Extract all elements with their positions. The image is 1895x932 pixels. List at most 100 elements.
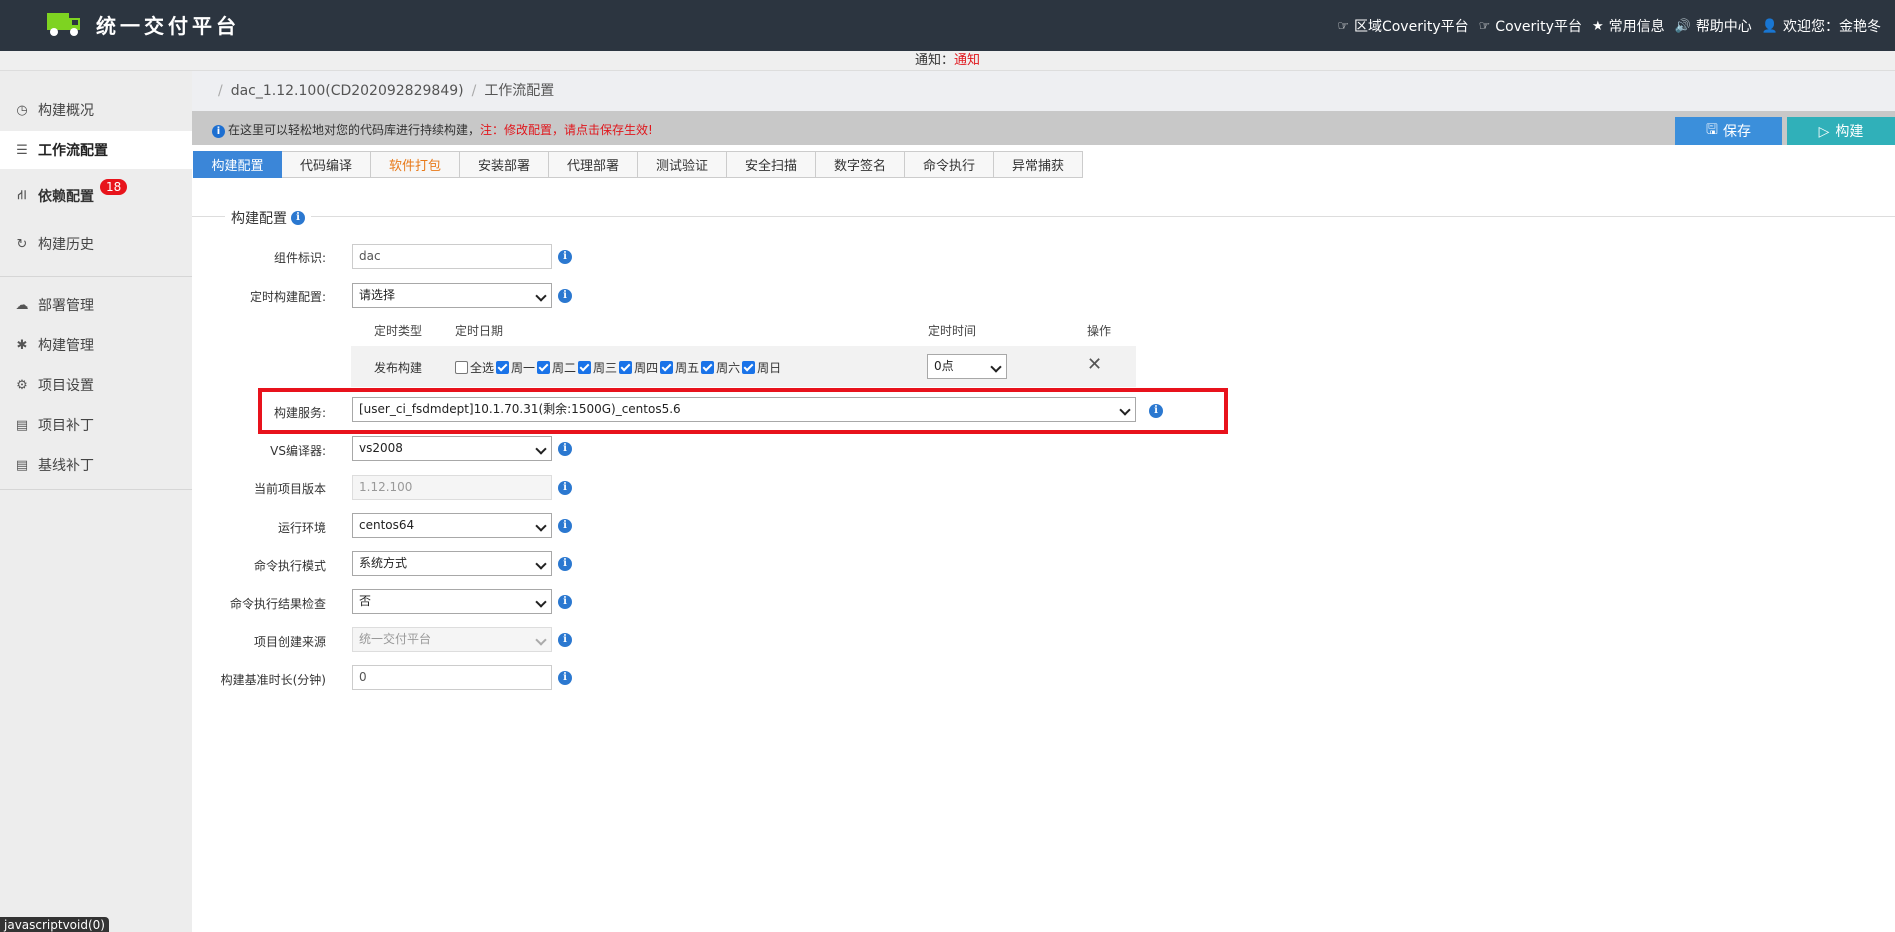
checkbox[interactable] [742,361,756,374]
info-bar: i 在这里可以轻松地对您的代码库进行持续构建，注：修改配置，请点击保存生效! [192,111,1895,145]
tab-code-compile[interactable]: 代码编译 [282,151,371,178]
day-option[interactable]: 周六 [701,359,740,376]
sidebar-item-label: 工作流配置 [38,143,108,159]
notice-label: 通知： [914,53,954,68]
info-icon[interactable]: i [558,481,572,495]
nav-coverity[interactable]: ☞ Coverity平台 [1479,16,1582,36]
tab-proxy-deploy[interactable]: 代理部署 [549,151,638,178]
checkbox[interactable] [701,361,715,374]
day-option[interactable]: 周三 [578,359,617,376]
info-icon[interactable]: i [558,671,572,685]
checkbox[interactable] [619,361,633,374]
info-icon[interactable]: i [558,519,572,533]
info-icon[interactable]: i [558,557,572,571]
sidebar-item-label: 构建历史 [38,237,94,253]
build-label: 构建 [1835,123,1864,139]
component-id-input[interactable]: dac [352,244,552,269]
cmd-mode-select[interactable]: 系统方式 [352,551,552,576]
checkbox-label: 周一 [511,361,536,375]
project-version-input: 1.12.100 [352,475,552,500]
section-title: 构建配置 i [225,208,311,228]
sidebar-item-deploy-management[interactable]: ☁ 部署管理 [0,286,192,324]
schedule-config-label: 定时构建配置: [249,290,326,304]
info-icon[interactable]: i [558,595,572,609]
delete-icon[interactable]: ✕ [1087,354,1102,375]
tab-software-package[interactable]: 软件打包 [371,151,460,178]
card-icon: ▤ [15,457,29,473]
tab-digital-signature[interactable]: 数字签名 [816,151,905,178]
select-all-option[interactable]: 全选 [455,359,494,376]
vs-compiler-select[interactable]: vs2008 [352,436,552,461]
sidebar-item-build-management[interactable]: ✱ 构建管理 [0,326,192,364]
day-option[interactable]: 周五 [660,359,699,376]
breadcrumb: / dac_1.12.100(CD202092829849) / 工作流配置 [192,71,1895,111]
schedule-config-select[interactable]: 请选择 [352,283,552,308]
checkbox-label: 周三 [593,361,618,375]
checkbox[interactable] [537,361,551,374]
info-icon[interactable]: i [558,289,572,303]
checkbox[interactable] [496,361,510,374]
sidebar-item-baseline-patch[interactable]: ▤ 基线补丁 [0,446,192,484]
info-icon[interactable]: i [558,633,572,647]
gear-icon: ⚙ [16,377,28,393]
nav-regional-coverity[interactable]: ☞ 区域Coverity平台 [1337,16,1468,36]
sidebar-item-label: 基线补丁 [38,458,94,474]
schedule-time-select[interactable]: 0点 [927,354,1007,379]
sidebar-item-build-history[interactable]: ↻ 构建历史 [0,225,192,263]
sidebar-item-dependency-config[interactable]: ⛙ 依赖配置 18 [0,177,192,215]
info-icon[interactable]: i [558,250,572,264]
hand-point-icon: ☞ [1478,18,1491,34]
tab-command-execute[interactable]: 命令执行 [905,151,994,178]
hand-point-icon: ☞ [1337,18,1349,34]
build-button[interactable]: ▷ 构建 [1787,117,1895,145]
tab-security-scan[interactable]: 安全扫描 [727,151,816,178]
day-option[interactable]: 周日 [742,359,781,376]
sidebar-item-label: 依赖配置 [38,189,94,205]
sidebar-item-label: 项目设置 [38,378,94,394]
notice-bar: 通知：通知 [0,51,1895,71]
cloud-icon: ☁ [15,297,29,313]
truck-logo-icon [47,13,80,36]
sidebar-item-label: 项目补丁 [38,418,94,434]
dependency-count-badge: 18 [100,179,128,195]
sidebar-item-project-settings[interactable]: ⚙ 项目设置 [0,366,192,404]
checkbox-label: 全选 [470,361,495,375]
info-icon[interactable]: i [558,442,572,456]
play-icon: ▷ [1818,122,1830,139]
sidebar: ◷ 构建概况 ☰ 工作流配置 ⛙ 依赖配置 18 ↻ 构建历史 ☁ 部署管理 ✱ 构建管理 … [0,71,192,932]
baseline-duration-input[interactable]: 0 [352,665,552,690]
day-option[interactable]: 周一 [496,359,535,376]
sidebar-item-workflow-config[interactable]: ☰ 工作流配置 [0,131,192,169]
notice-link[interactable]: 通知 [954,53,980,68]
info-icon[interactable]: i [291,211,305,225]
sidebar-item-project-patch[interactable]: ▤ 项目补丁 [0,406,192,444]
project-source-select: 统一交付平台 [352,627,552,652]
col-op: 操作 [1087,324,1112,338]
star-icon: ★ [1591,18,1604,34]
day-option[interactable]: 周二 [537,359,576,376]
breadcrumb-project[interactable]: dac_1.12.100(CD202092829849) [231,83,464,99]
tab-install-deploy[interactable]: 安装部署 [460,151,549,178]
cmd-mode-label: 命令执行模式 [253,559,326,573]
refresh-icon: ↻ [16,236,28,252]
save-button[interactable]: 🖫 保存 [1675,117,1782,145]
checkbox[interactable] [455,361,468,374]
checkbox[interactable] [660,361,674,374]
nav-help-center[interactable]: 🔊 帮助中心 [1675,16,1752,36]
schedule-table-header: 定时类型 定时日期 定时时间 操作 [351,318,1136,344]
info-icon: i [212,125,225,138]
cmd-check-select[interactable]: 否 [352,589,552,614]
schedule-row: 发布构建 全选 周一 周二 周三 周四 周五 周六 周日 0点 ✕ [351,346,1136,387]
checkbox-label: 周四 [634,361,659,375]
checkbox[interactable] [578,361,592,374]
vs-compiler-label: VS编译器: [270,444,326,458]
nav-user[interactable]: 👤 欢迎您：金艳冬 [1762,16,1881,36]
sidebar-item-build-overview[interactable]: ◷ 构建概况 [0,91,192,129]
day-option[interactable]: 周四 [619,359,658,376]
baseline-duration-label: 构建基准时长(分钟) [220,673,326,687]
tab-exception-capture[interactable]: 异常捕获 [994,151,1083,178]
runtime-env-select[interactable]: centos64 [352,513,552,538]
tab-test-verify[interactable]: 测试验证 [638,151,727,178]
tab-build-config[interactable]: 构建配置 [193,151,282,178]
nav-common-info[interactable]: ★ 常用信息 [1592,16,1665,36]
